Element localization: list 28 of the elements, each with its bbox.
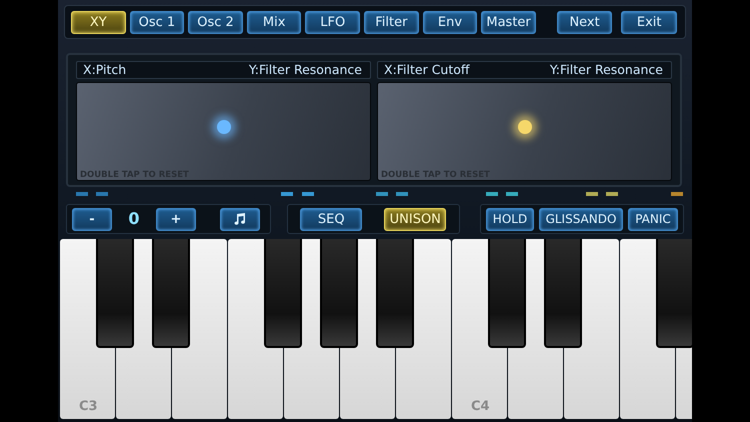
- exit-button[interactable]: Exit: [621, 10, 677, 34]
- music-note-button[interactable]: [220, 208, 260, 230]
- action-button[interactable]: HOLD: [486, 208, 534, 230]
- note-label: C3: [79, 399, 98, 414]
- tab[interactable]: LFO: [305, 10, 360, 34]
- octave-up-button[interactable]: +: [156, 208, 196, 230]
- tab[interactable]: Osc 1: [130, 10, 184, 34]
- tab[interactable]: Osc 2: [188, 10, 243, 34]
- mode-button[interactable]: SEQ: [300, 208, 362, 230]
- octave-value: 0: [127, 208, 141, 230]
- tab[interactable]: XY: [71, 10, 126, 34]
- next-button[interactable]: Next: [556, 10, 612, 34]
- mode-button[interactable]: UNISON: [384, 208, 446, 230]
- control-dot[interactable]: [216, 120, 230, 134]
- y-axis-label: Y:Filter Resonance: [550, 60, 663, 79]
- x-axis-label: X:Pitch: [83, 60, 126, 79]
- octave-down-button[interactable]: -: [72, 208, 112, 230]
- action-button[interactable]: PANIC: [628, 208, 678, 230]
- control-dot[interactable]: [518, 120, 532, 134]
- tab[interactable]: Mix: [246, 10, 302, 34]
- music-note-icon: [233, 212, 247, 226]
- y-axis-label: Y:Filter Resonance: [248, 60, 362, 79]
- note-label: C4: [471, 399, 490, 414]
- x-axis-label: X:Filter Cutoff: [384, 60, 470, 79]
- tab[interactable]: Master: [481, 10, 536, 34]
- tab[interactable]: Filter: [364, 10, 419, 34]
- action-button[interactable]: GLISSANDO: [539, 208, 623, 230]
- tab[interactable]: Env: [422, 10, 478, 34]
